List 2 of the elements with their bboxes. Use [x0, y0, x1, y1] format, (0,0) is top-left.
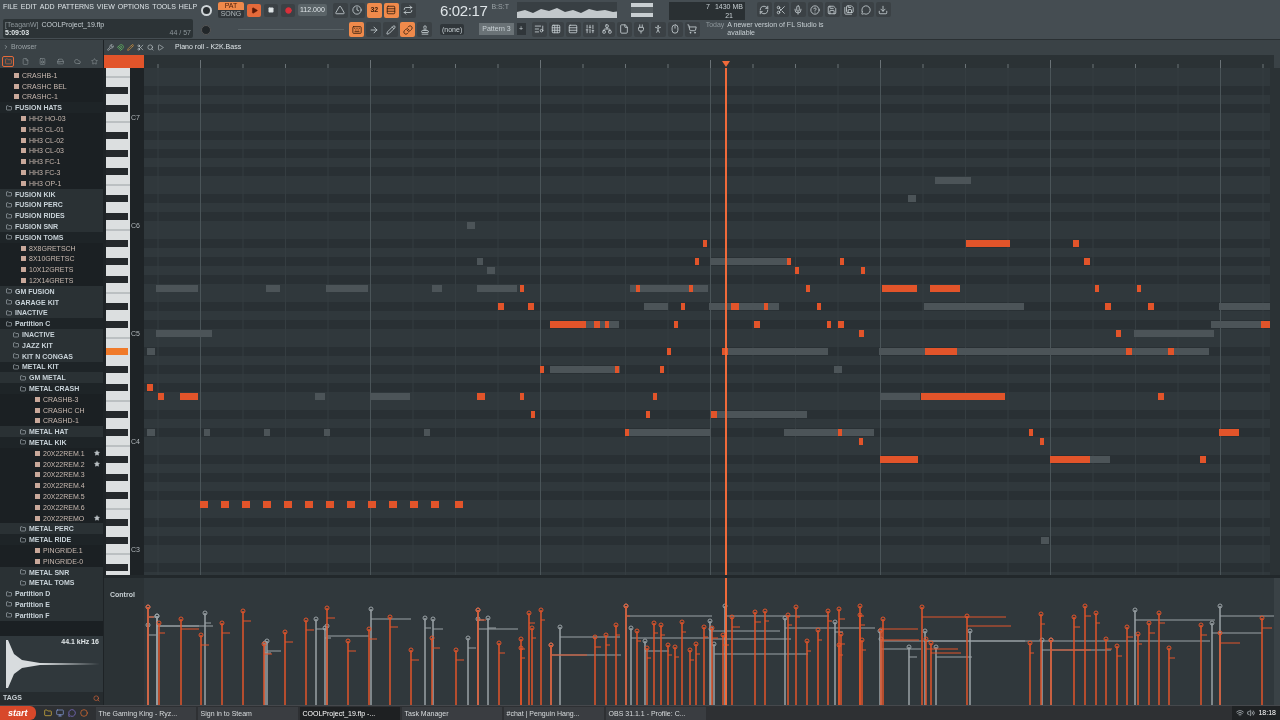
- song-time: 6:02:17: [440, 2, 488, 20]
- start-button[interactable]: start: [0, 706, 36, 720]
